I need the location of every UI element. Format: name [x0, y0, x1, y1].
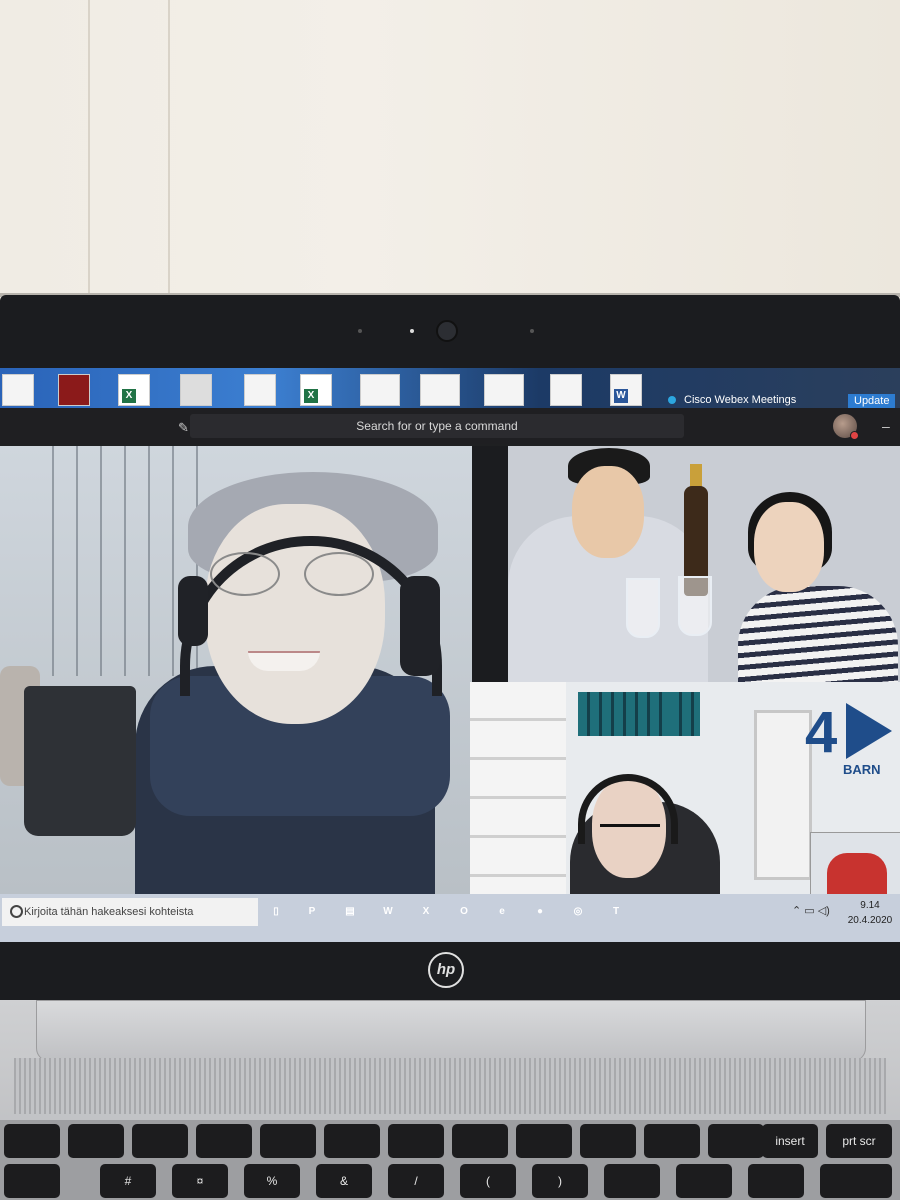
edge-icon[interactable]: e: [492, 902, 512, 922]
document-icon[interactable]: [484, 374, 524, 406]
keyboard-key[interactable]: &: [316, 1164, 372, 1198]
excel-icon[interactable]: X: [416, 902, 436, 922]
keyboard-key[interactable]: ): [532, 1164, 588, 1198]
video-tile-participant-1[interactable]: [0, 446, 472, 894]
headphone-cup: [178, 576, 208, 646]
webcam: [436, 320, 458, 342]
status-badge: [850, 431, 859, 440]
document-icon[interactable]: [420, 374, 460, 406]
excel-file-icon[interactable]: X: [300, 374, 332, 406]
glasses-lens: [210, 552, 280, 596]
keyboard-key[interactable]: [580, 1124, 636, 1158]
keyboard-key[interactable]: [820, 1164, 892, 1198]
glasses-lens: [304, 552, 374, 596]
keyboard-key[interactable]: [388, 1124, 444, 1158]
background-window: [52, 446, 202, 676]
keyboard-key[interactable]: %: [244, 1164, 300, 1198]
laptop-screen: X X W Cisco Webex Meetings Update ✎ Sear…: [0, 368, 900, 942]
keyboard-key[interactable]: [676, 1164, 732, 1198]
wall-corner: [88, 0, 90, 300]
wall-background: [0, 0, 900, 300]
binders: [670, 692, 700, 736]
keyboard: insert prt scr # ¤ % & / ( ): [0, 1120, 900, 1200]
file-explorer-icon[interactable]: ▤: [340, 902, 360, 922]
self-view-preview[interactable]: [810, 832, 900, 902]
company-logo: 4 BARN: [805, 703, 897, 784]
insert-key[interactable]: insert: [762, 1124, 818, 1158]
keyboard-key[interactable]: [4, 1164, 60, 1198]
keyboard-key[interactable]: [604, 1164, 660, 1198]
clock-date[interactable]: 20.4.2020: [846, 915, 894, 926]
participant-face: [754, 502, 824, 592]
update-button[interactable]: Update: [848, 394, 896, 408]
logo-triangle: [846, 703, 892, 759]
tile-gap: [472, 446, 508, 684]
outlook-icon[interactable]: O: [454, 902, 474, 922]
chrome-icon[interactable]: ●: [530, 902, 550, 922]
video-tile-participant-3[interactable]: 4 BARN: [470, 682, 900, 902]
powerpoint-icon[interactable]: P: [302, 902, 322, 922]
bookshelf: [470, 682, 566, 902]
keyboard-key[interactable]: #: [100, 1164, 156, 1198]
file-icon[interactable]: [2, 374, 34, 406]
document-icon[interactable]: [244, 374, 276, 406]
sensor-dot: [410, 329, 414, 333]
keyboard-key[interactable]: ¤: [172, 1164, 228, 1198]
mendeley-icon[interactable]: [58, 374, 90, 406]
webex-icon[interactable]: ◎: [568, 902, 588, 922]
webex-icon: [668, 396, 676, 404]
speaker-grille: [14, 1058, 886, 1114]
glasses: [600, 824, 660, 843]
keyboard-key[interactable]: [516, 1124, 572, 1158]
coffee-mug: [24, 686, 136, 836]
champagne-glass: [626, 578, 660, 638]
keyboard-key[interactable]: (: [460, 1164, 516, 1198]
task-view-icon[interactable]: ▯: [266, 902, 286, 922]
webex-taskbar-label[interactable]: Cisco Webex Meetings: [684, 394, 796, 406]
keyboard-key[interactable]: [132, 1124, 188, 1158]
headphone-cup: [400, 576, 440, 676]
keyboard-key[interactable]: /: [388, 1164, 444, 1198]
hp-logo: hp: [428, 952, 464, 988]
windows-taskbar: Kirjoita tähän hakeaksesi kohteista ▯ P …: [0, 894, 900, 942]
compose-icon[interactable]: ✎: [178, 420, 189, 436]
glasses: [210, 552, 380, 596]
teams-icon[interactable]: T: [606, 902, 626, 922]
keyboard-key[interactable]: [68, 1124, 124, 1158]
video-tile-participant-2[interactable]: [508, 446, 900, 686]
print-screen-key[interactable]: prt scr: [826, 1124, 892, 1158]
keyboard-key[interactable]: [4, 1124, 60, 1158]
keyboard-key[interactable]: [708, 1124, 764, 1158]
system-tray[interactable]: ⌃ ▭ ◁): [792, 904, 830, 917]
participant-face: [572, 466, 644, 558]
doorway: [754, 710, 812, 880]
command-search-input[interactable]: Search for or type a command: [190, 414, 684, 438]
keyboard-key[interactable]: [260, 1124, 316, 1158]
excel-file-icon[interactable]: X: [118, 374, 150, 406]
document-icon[interactable]: [550, 374, 582, 406]
wall-corner: [168, 0, 170, 300]
scanner-icon[interactable]: [180, 374, 212, 406]
word-file-icon[interactable]: W: [610, 374, 642, 406]
sensor-dot: [530, 329, 534, 333]
champagne-glass: [678, 576, 712, 636]
laptop-hinge: [36, 1000, 866, 1062]
search-icon: [10, 905, 23, 918]
word-icon[interactable]: W: [378, 902, 398, 922]
keyboard-key[interactable]: [324, 1124, 380, 1158]
keyboard-key[interactable]: [452, 1124, 508, 1158]
participant-body: [738, 586, 898, 686]
taskbar-search-input[interactable]: Kirjoita tähän hakeaksesi kohteista: [2, 898, 258, 926]
desktop-icon-strip: X X W Cisco Webex Meetings Update: [0, 368, 900, 408]
minimize-icon[interactable]: –: [882, 418, 890, 434]
sensor-dot: [358, 329, 362, 333]
smile: [248, 651, 320, 671]
keyboard-key[interactable]: [748, 1164, 804, 1198]
document-icon[interactable]: [360, 374, 400, 406]
clock-time[interactable]: 9.14: [846, 900, 894, 911]
keyboard-key[interactable]: [644, 1124, 700, 1158]
keyboard-key[interactable]: [196, 1124, 252, 1158]
